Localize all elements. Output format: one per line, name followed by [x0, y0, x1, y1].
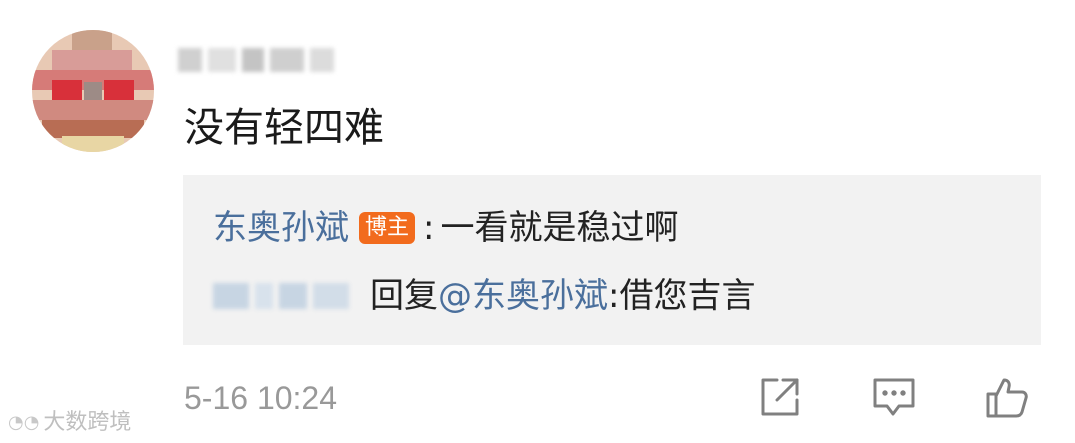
like-icon[interactable] — [984, 374, 1030, 420]
username-blurred[interactable] — [178, 40, 338, 80]
watermark-text: 大数跨境 — [43, 410, 132, 435]
comment-card: 没有轻四难 东奥孙斌 博主 : 一看就是稳过啊 回复 @东奥孙斌 : 借您吉言 … — [0, 0, 1075, 443]
sub-reply-text: 借您吉言 — [619, 276, 756, 316]
sub-reply-separator: : — [608, 276, 620, 316]
watermark: ◔◔ 大数跨境 — [8, 408, 131, 438]
reply-separator: : — [423, 208, 435, 248]
timestamp: 5-16 10:24 — [184, 380, 338, 416]
mention-link[interactable]: @东奥孙斌 — [438, 271, 608, 321]
comment-icon[interactable] — [871, 374, 917, 420]
reply-text: 一看就是稳过啊 — [440, 208, 679, 248]
reply-action-label: 回复 — [370, 276, 438, 316]
avatar[interactable] — [32, 30, 154, 152]
reply-thread[interactable]: 东奥孙斌 博主 : 一看就是稳过啊 回复 @东奥孙斌 : 借您吉言 — [183, 175, 1041, 345]
reply-author-link[interactable]: 东奥孙斌 — [213, 203, 349, 253]
sub-reply-item: 回复 @东奥孙斌 : 借您吉言 — [213, 271, 755, 321]
comment-text: 没有轻四难 — [184, 105, 384, 151]
sub-reply-username-blurred[interactable] — [213, 274, 368, 318]
share-icon[interactable] — [757, 374, 803, 420]
watermark-logo-icon: ◔◔ — [8, 412, 40, 433]
author-badge: 博主 — [359, 212, 416, 244]
reply-item: 东奥孙斌 博主 : 一看就是稳过啊 — [213, 203, 678, 253]
